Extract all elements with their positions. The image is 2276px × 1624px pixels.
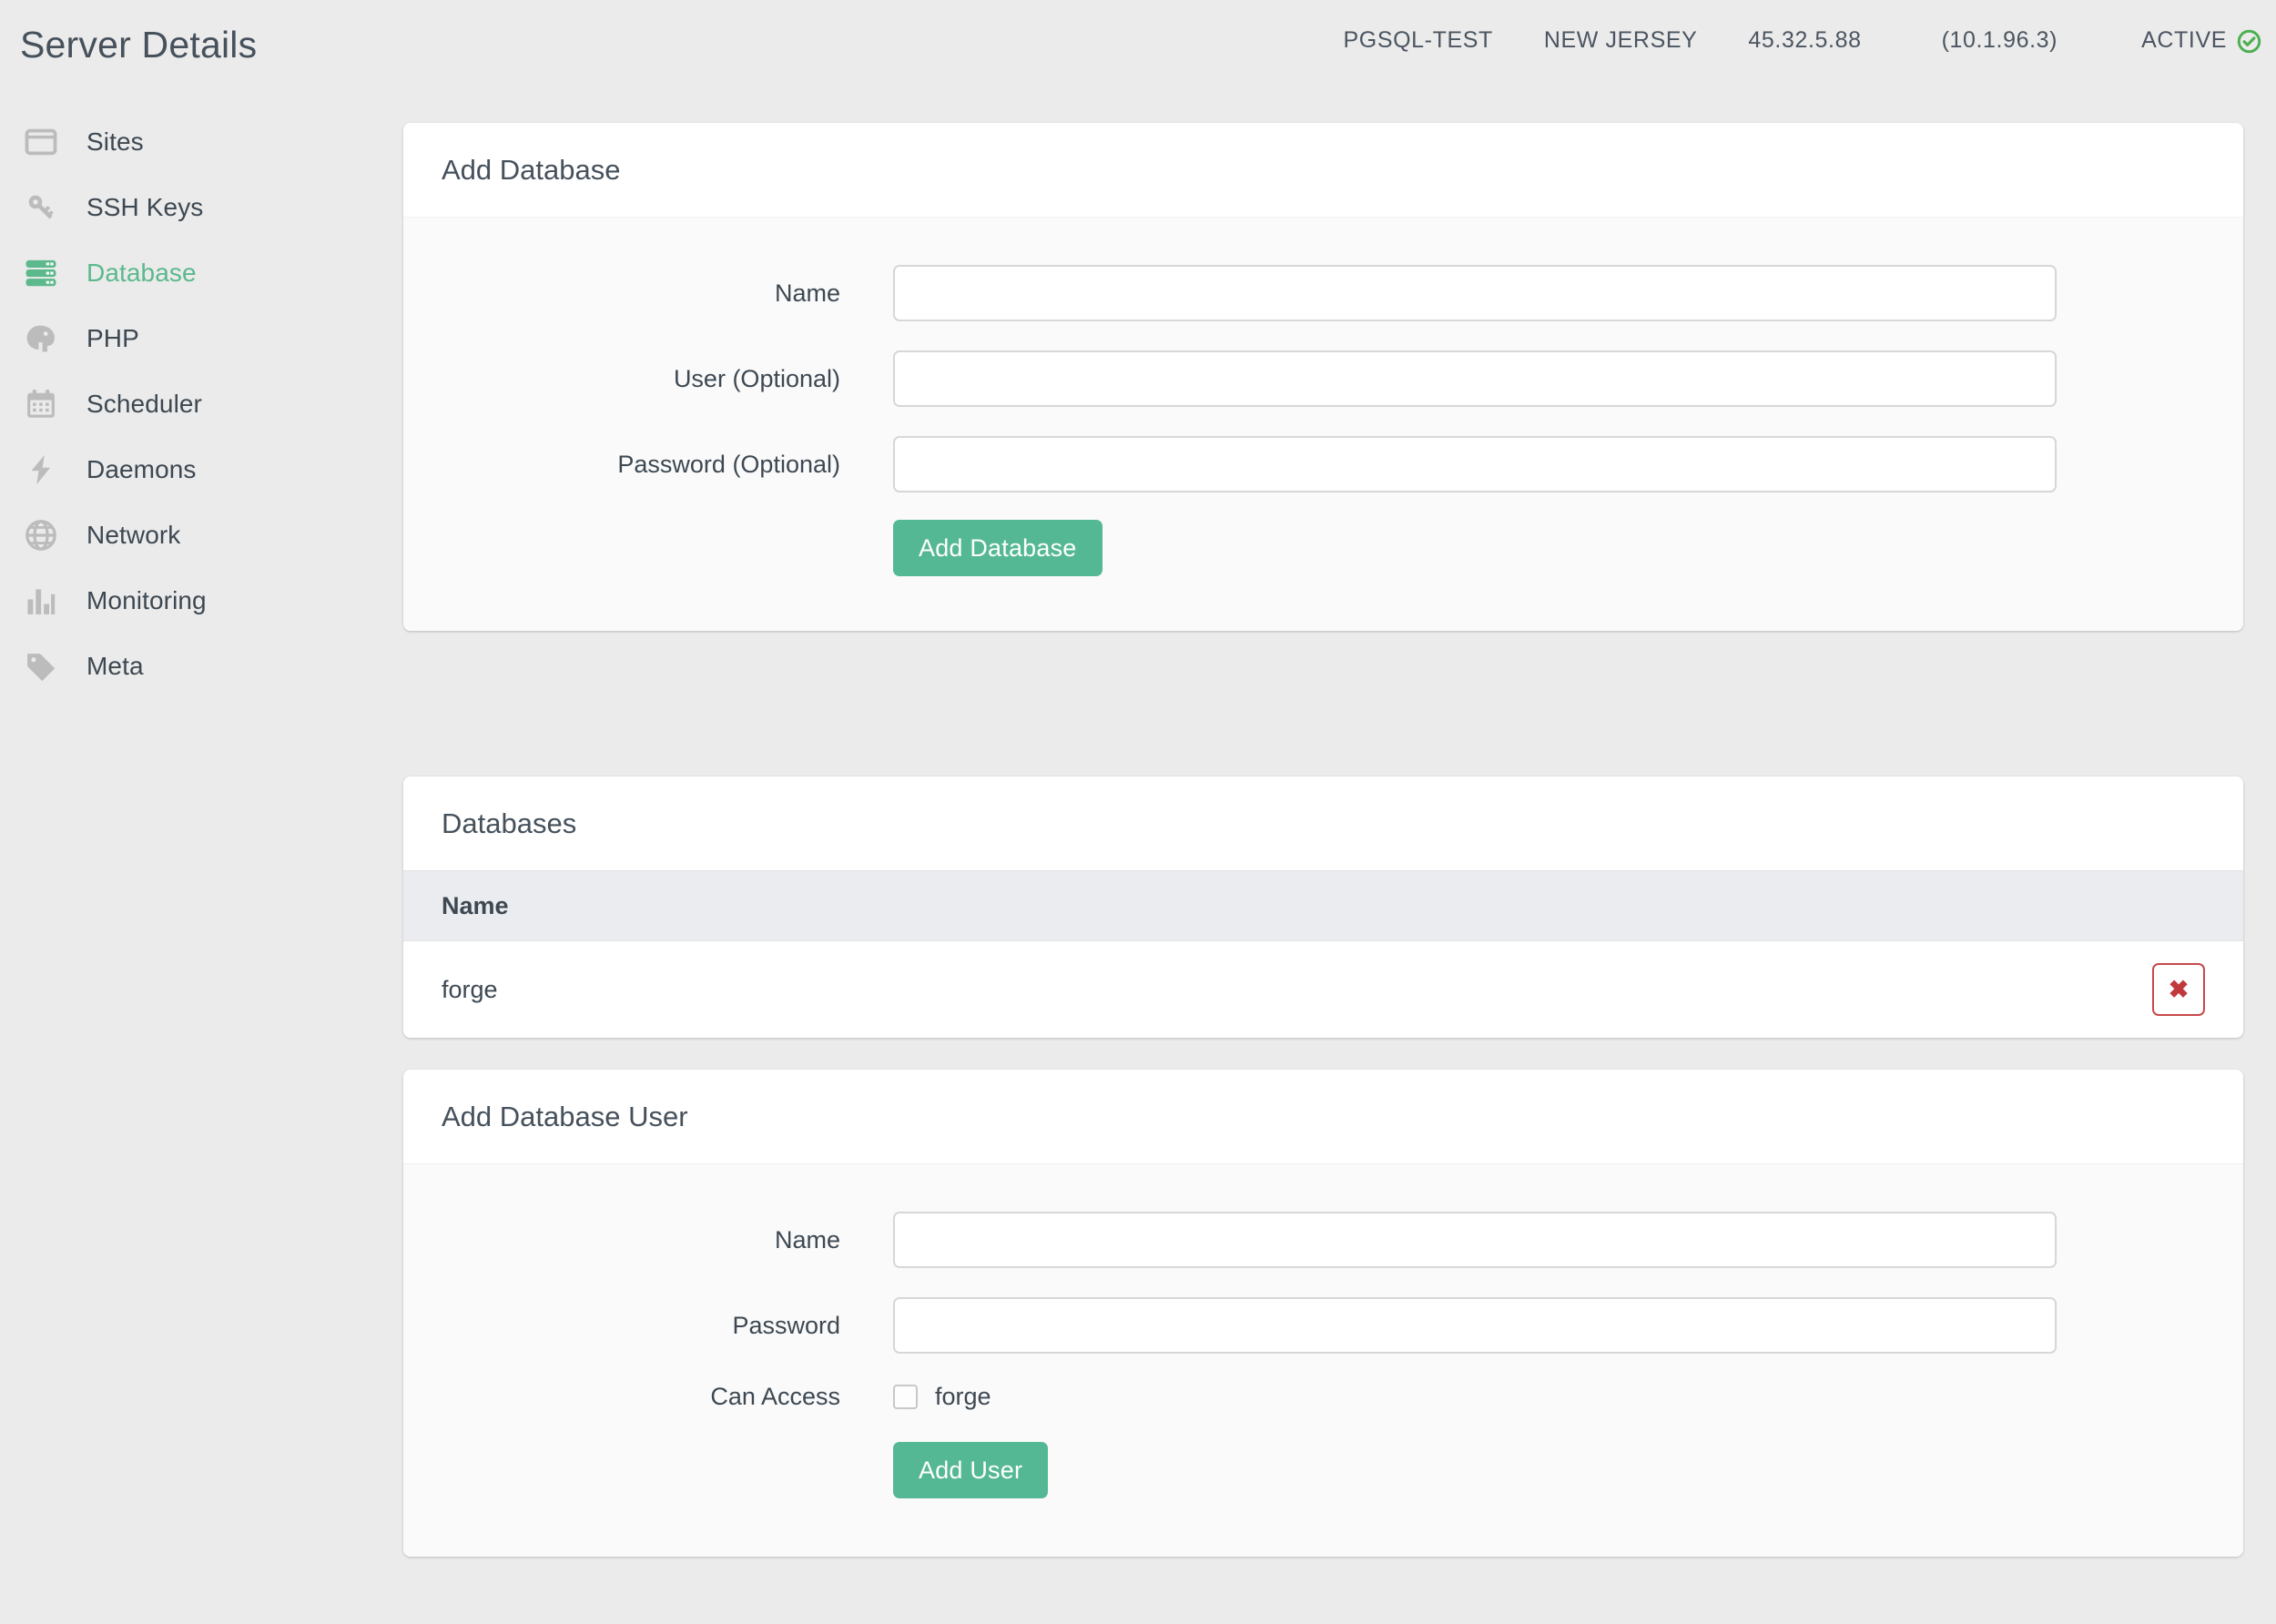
can-access-forge-label: forge [935,1383,991,1410]
sidebar-nav: Sites SSH Keys Database PHP Scheduler Da… [0,109,401,699]
form-row-user: User (Optional) [403,336,2243,421]
form-row-user-name: Name [403,1197,2243,1283]
sidebar-item-database[interactable]: Database [0,240,401,306]
calendar-icon [20,383,62,425]
db-user-password-input[interactable] [893,1297,2057,1354]
add-user-wrapper: Add User [893,1442,2057,1498]
key-icon [20,187,62,228]
server-name: PGSQL-TEST [1343,27,1493,53]
databases-panel-header: Databases [403,776,2243,870]
check-circle-icon [2237,29,2261,54]
sidebar-item-network[interactable]: Network [0,502,401,568]
database-password-input[interactable] [893,436,2057,492]
database-user-input[interactable] [893,350,2057,407]
sidebar-item-label: SSH Keys [86,193,204,221]
sidebar-item-php[interactable]: PHP [0,306,401,371]
table-row: forge ✖ [403,941,2243,1038]
panel-title: Add Database User [442,1100,688,1132]
sidebar-item-label: Database [86,259,197,287]
globe-icon [20,514,62,556]
form-row-submit: Add Database [403,507,2243,591]
sidebar-item-scheduler[interactable]: Scheduler [0,371,401,437]
user-field-wrapper [893,350,2057,407]
name-field-wrapper [893,265,2057,321]
sidebar-item-label: PHP [86,324,139,352]
delete-database-button[interactable]: ✖ [2152,963,2205,1016]
sidebar-item-label: Monitoring [86,586,207,614]
server-public-ip: 45.32.5.88 [1748,27,1862,53]
databases-table-header: Name [403,870,2243,941]
top-header-bar: Server Details PGSQL-TEST NEW JERSEY 45.… [0,0,2276,86]
name-label: Name [774,279,840,307]
password-label: Password (Optional) [617,450,840,478]
add-database-button[interactable]: Add Database [893,520,1102,576]
user-name-label: Name [774,1225,840,1254]
sidebar-item-label: Sites [86,127,144,156]
sidebar-item-meta[interactable]: Meta [0,634,401,699]
sidebar-item-label: Daemons [86,455,197,483]
column-header-name: Name [442,891,509,919]
add-database-user-form: Name Password Can Access forge Add User [403,1163,2243,1557]
password-field-wrapper [893,436,2057,492]
lightning-bolt-icon [20,449,62,491]
can-access-forge-checkbox[interactable] [893,1385,918,1409]
user-name-field-wrapper [893,1212,2057,1268]
form-row-user-password: Password [403,1283,2243,1368]
server-stack-icon [20,252,62,294]
user-label: User (Optional) [673,364,840,392]
sidebar-item-label: Network [86,521,181,549]
form-row-password: Password (Optional) [403,421,2243,507]
panel-title: Databases [442,807,577,839]
add-database-panel-header: Add Database [403,123,2243,217]
server-private-ip: (10.1.96.3) [1941,27,2058,53]
server-region: NEW JERSEY [1543,27,1698,53]
add-database-form: Name User (Optional) Password (Optional)… [403,217,2243,631]
bar-chart-icon [20,580,62,622]
status-label: ACTIVE [2141,27,2227,53]
sidebar-item-label: Scheduler [86,390,202,418]
form-row-add-user-submit: Add User [403,1426,2243,1513]
elephant-icon [20,318,62,360]
add-database-user-panel-header: Add Database User [403,1070,2243,1163]
window-icon [20,121,62,163]
can-access-wrapper: forge [893,1383,2057,1411]
page-title: Server Details [20,24,258,66]
form-row-name: Name [403,250,2243,336]
submit-wrapper: Add Database [893,520,2057,576]
sidebar-item-label: Meta [86,652,144,680]
add-database-panel: Add Database Name User (Optional) Passwo… [403,123,2243,631]
panel-title: Add Database [442,153,621,186]
server-meta-bar: PGSQL-TEST NEW JERSEY 45.32.5.88 (10.1.9… [1293,27,2262,54]
sidebar-item-monitoring[interactable]: Monitoring [0,568,401,634]
db-user-name-input[interactable] [893,1212,2057,1268]
user-password-label: Password [732,1311,840,1339]
databases-panel: Databases Name forge ✖ [403,776,2243,1038]
close-x-icon: ✖ [2168,975,2190,1003]
add-user-button[interactable]: Add User [893,1442,1049,1498]
database-name-cell: forge [442,975,498,1003]
form-row-can-access: Can Access forge [403,1368,2243,1426]
tag-icon [20,645,62,687]
status-badge: ACTIVE [2141,27,2261,54]
database-name-input[interactable] [893,265,2057,321]
sidebar-item-daemons[interactable]: Daemons [0,437,401,502]
can-access-label: Can Access [710,1383,840,1410]
sidebar-item-sites[interactable]: Sites [0,109,401,175]
sidebar-item-ssh-keys[interactable]: SSH Keys [0,175,401,240]
user-password-field-wrapper [893,1297,2057,1354]
can-access-option: forge [893,1383,2057,1411]
add-database-user-panel: Add Database User Name Password Can Acce… [403,1070,2243,1557]
